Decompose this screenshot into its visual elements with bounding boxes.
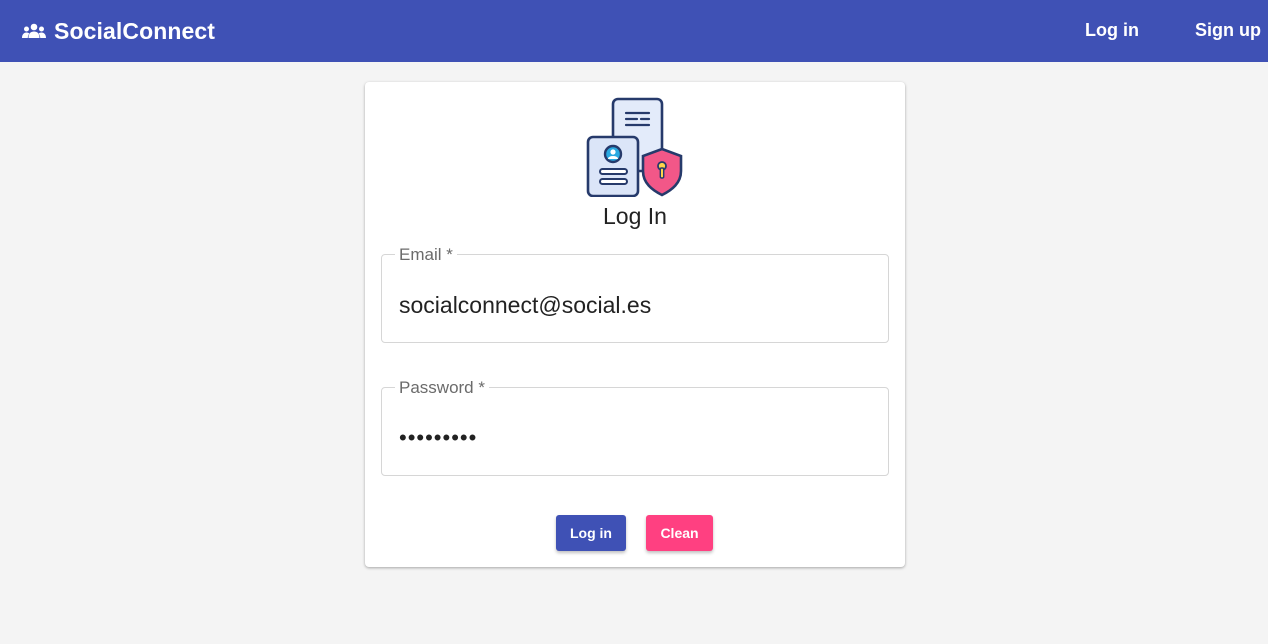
email-field[interactable]: Email * [381,245,889,343]
nav-signup-link[interactable]: Sign up [1195,18,1261,42]
brand-name: SocialConnect [54,18,216,44]
password-input[interactable] [399,420,869,456]
login-card: Log In Email * Password * Log in Clean [365,82,905,567]
document-shield-icon [586,97,683,197]
login-title: Log In [603,203,667,229]
email-label: Email * [395,245,457,265]
top-navbar: SocialConnect Log in Sign up [0,0,1268,62]
email-input[interactable] [399,287,869,323]
login-button[interactable]: Log in [556,515,626,551]
group-icon [22,23,46,38]
clean-button[interactable]: Clean [646,515,713,551]
password-label: Password * [395,378,489,398]
password-field[interactable]: Password * [381,378,889,476]
brand-link[interactable]: SocialConnect [22,17,215,45]
nav-login-link[interactable]: Log in [1085,18,1139,42]
